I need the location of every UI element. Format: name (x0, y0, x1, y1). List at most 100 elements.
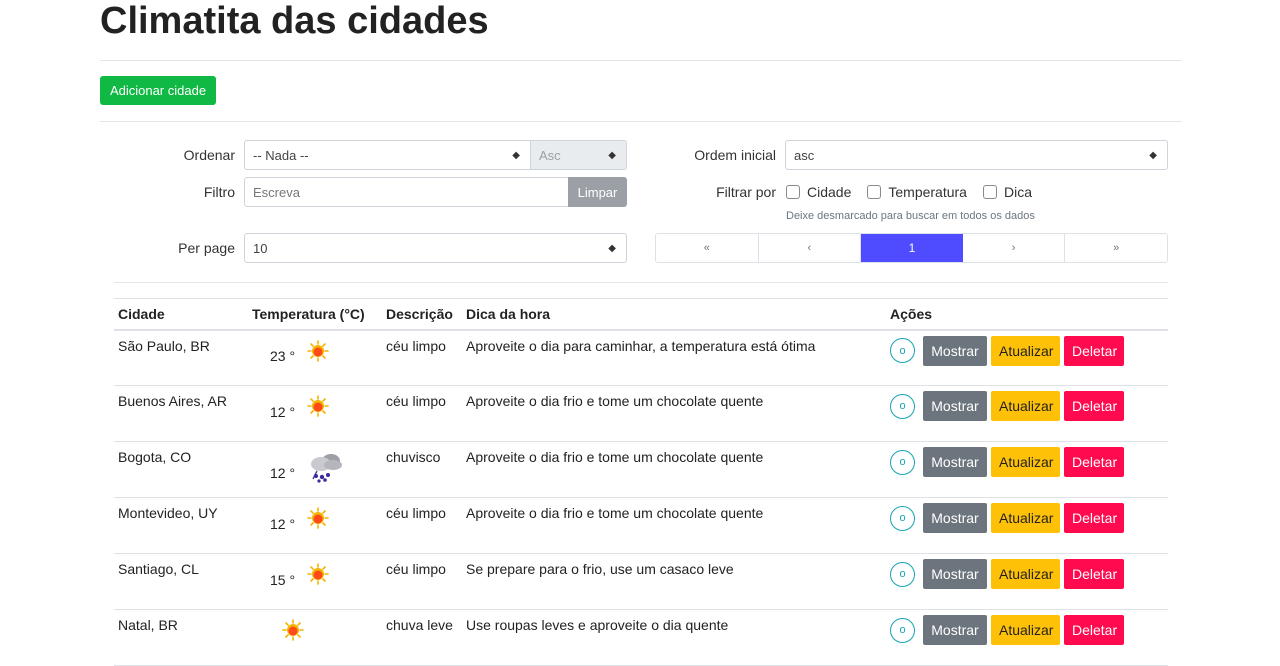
actions-cell: o Mostrar Atualizar Deletar (886, 385, 1168, 442)
add-city-button[interactable]: Adicionar cidade (100, 76, 216, 105)
delete-button[interactable]: Deletar (1064, 447, 1124, 477)
details-button[interactable]: o (890, 561, 915, 587)
temperature-cell: 23 ° (248, 329, 382, 386)
details-button[interactable]: o (890, 505, 915, 531)
filter-by-temperature-checkbox[interactable]: Temperatura (867, 184, 967, 200)
sort-direction-select[interactable]: Asc ◆ (530, 140, 627, 170)
delete-button[interactable]: Deletar (1064, 391, 1124, 421)
filter-by-label: Filtrar por (716, 184, 776, 200)
temperature-cell (248, 609, 382, 666)
select-caret-icon: ◆ (608, 242, 616, 254)
sort-field-select[interactable]: -- Nada -- ◆ (244, 140, 531, 170)
details-button[interactable]: o (890, 449, 915, 475)
sun-icon (307, 507, 329, 532)
filter-input[interactable]: Escreva (244, 177, 569, 207)
per-page-select[interactable]: 10 ◆ (244, 233, 627, 263)
column-header-city: Cidade (114, 298, 248, 331)
temperature-value: 12 ° (270, 403, 296, 420)
tip-cell: Aproveite o dia frio e tome um chocolate… (462, 441, 886, 498)
initial-order-label: Ordem inicial (694, 147, 776, 163)
city-cell: Buenos Aires, AR (114, 385, 248, 442)
update-button[interactable]: Atualizar (991, 559, 1060, 589)
details-button[interactable]: o (890, 393, 915, 419)
actions-cell: o Mostrar Atualizar Deletar (886, 609, 1168, 666)
initial-order-select[interactable]: asc ◆ (785, 140, 1168, 170)
weather-description: chuvisco (386, 449, 441, 465)
checkbox-label: Cidade (807, 184, 852, 200)
temperature-cell: 12 ° (248, 385, 382, 442)
checkbox-box[interactable] (982, 185, 997, 199)
delete-button[interactable]: Deletar (1064, 335, 1124, 366)
city-cell: Santiago, CL (114, 553, 248, 610)
per-page-label: Per page (178, 240, 235, 256)
update-button[interactable]: Atualizar (991, 447, 1060, 477)
show-button[interactable]: Mostrar (923, 615, 987, 645)
weather-description: céu limpo (386, 561, 446, 577)
clear-filter-button[interactable]: Limpar (568, 177, 627, 207)
select-caret-icon: ◆ (608, 149, 616, 161)
city-name: Santiago, CL (118, 561, 199, 577)
table-row: Buenos Aires, AR 12 ° céu limpo Aproveite o… (114, 385, 1168, 442)
tip-text: Aproveite o dia frio e tome um chocolate… (466, 505, 764, 521)
delete-button[interactable]: Deletar (1064, 615, 1124, 645)
filter-hint: Deixe desmarcado para buscar em todos os… (786, 210, 1035, 222)
sun-icon (307, 395, 329, 420)
filter-by-options: Cidade Temperatura Dica (786, 184, 1048, 200)
city-cell: Natal, BR (114, 609, 248, 666)
show-button[interactable]: Mostrar (923, 391, 987, 421)
rain-cloud-icon (307, 451, 347, 486)
city-cell: Bogota, CO (114, 441, 248, 498)
temperature-value: 12 ° (270, 515, 296, 532)
update-button[interactable]: Atualizar (991, 503, 1060, 533)
delete-button[interactable]: Deletar (1064, 559, 1124, 589)
column-header-tip: Dica da hora (462, 298, 886, 331)
previous-page-button[interactable]: ‹ (759, 234, 862, 262)
delete-button[interactable]: Deletar (1064, 503, 1124, 533)
city-name: Montevideo, UY (118, 505, 218, 521)
show-button[interactable]: Mostrar (923, 447, 987, 477)
column-header-description: Descrição (382, 298, 462, 331)
details-button[interactable]: o (890, 338, 915, 363)
description-cell: céu limpo (382, 553, 462, 610)
city-name: Bogota, CO (118, 449, 192, 465)
update-button[interactable]: Atualizar (991, 335, 1060, 366)
update-button[interactable]: Atualizar (991, 615, 1060, 645)
tip-text: Aproveite o dia para caminhar, a tempera… (466, 337, 816, 354)
filter-label: Filtro (203, 184, 235, 200)
show-button[interactable]: Mostrar (923, 335, 987, 366)
weather-description: céu limpo (386, 337, 446, 354)
table-row: Santiago, CL 15 ° céu limpo Se prepare para… (114, 553, 1168, 610)
sort-direction-value: Asc (539, 147, 561, 163)
temperature-value: 12 ° (270, 464, 296, 481)
tip-cell: Use roupas leves e aproveite o dia quent… (462, 609, 886, 666)
description-cell: céu limpo (382, 497, 462, 554)
select-caret-icon: ◆ (512, 149, 520, 161)
actions-cell: o Mostrar Atualizar Deletar (886, 497, 1168, 554)
last-page-button[interactable]: » (1065, 234, 1167, 262)
current-page-button[interactable]: 1 (861, 234, 963, 262)
filter-by-city-checkbox[interactable]: Cidade (786, 184, 851, 200)
tip-cell: Aproveite o dia para caminhar, a tempera… (462, 329, 886, 386)
first-page-button[interactable]: « (656, 234, 759, 262)
details-button[interactable]: o (890, 617, 915, 643)
temperature-value: 15 ° (270, 571, 296, 588)
table-header-row: Cidade Temperatura (°C) Descrição Dica d… (114, 298, 1168, 331)
checkbox-box[interactable] (867, 185, 882, 199)
city-name: Buenos Aires, AR (118, 393, 227, 409)
table-row: Bogota, CO 12 ° chuvisco Aproveite o dia fr… (114, 441, 1168, 498)
filter-by-tip-checkbox[interactable]: Dica (982, 184, 1032, 200)
temperature-cell: 15 ° (248, 553, 382, 610)
description-cell: chuva leve (382, 609, 462, 666)
sort-field-value: -- Nada -- (253, 147, 309, 163)
select-caret-icon: ◆ (1149, 149, 1157, 161)
show-button[interactable]: Mostrar (923, 503, 987, 533)
checkbox-box[interactable] (786, 185, 800, 199)
description-cell: chuvisco (382, 441, 462, 498)
next-page-button[interactable]: › (963, 234, 1066, 262)
page-title: Climatita das cidades (100, 0, 489, 42)
show-button[interactable]: Mostrar (923, 559, 987, 589)
update-button[interactable]: Atualizar (991, 391, 1060, 421)
temperature-cell: 12 ° (248, 441, 382, 498)
weather-description: chuva leve (386, 617, 453, 633)
actions-cell: o Mostrar Atualizar Deletar (886, 329, 1168, 386)
